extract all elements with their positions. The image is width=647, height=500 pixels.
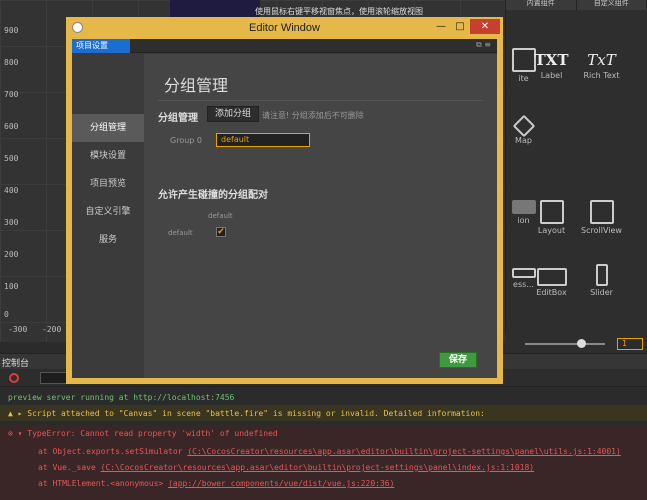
minimize-button[interactable]: — — [432, 21, 450, 32]
widget-label[interactable]: TXT Label — [524, 50, 579, 80]
console-log: preview server running at http://localho… — [0, 387, 647, 500]
group0-label: Group 0 — [170, 136, 202, 145]
group0-name-input[interactable]: default — [216, 133, 310, 147]
zoom-slider-handle[interactable] — [577, 339, 586, 348]
stack-trace-line: at Object.exports.setSimulator (C:\Cocos… — [38, 447, 621, 456]
tiledmap-icon — [512, 114, 535, 138]
stack-trace-line: at HTMLElement.<anonymous> (app://bower_… — [38, 479, 395, 488]
project-settings-panel: 分组管理 模块设置 项目预览 自定义引擎 服务 分组管理 分组管理 添加分组 请… — [72, 54, 497, 378]
y-axis-label: 500 — [4, 154, 19, 163]
log-line-warning[interactable]: ▲ ▸ Script attached to "Canvas" in scene… — [8, 409, 485, 418]
log-line-error[interactable]: ⊗ ▾ TypeError: Cannot read property 'wid… — [8, 429, 278, 438]
sidebar-item-groups[interactable]: 分组管理 — [72, 114, 144, 142]
zoom-value-field[interactable]: 1 — [617, 338, 643, 350]
tab-console[interactable]: 控制台 — [2, 356, 29, 369]
tab-builtin-widgets[interactable]: 内置组件 — [506, 0, 577, 10]
widget-scrollview[interactable]: ScrollView — [574, 200, 629, 235]
widget-slider[interactable]: Slider — [574, 264, 629, 297]
stack-trace-link[interactable]: (app://bower_components/vue/dist/vue.js:… — [168, 479, 394, 488]
divider — [158, 100, 483, 101]
label-icon: TXT — [534, 51, 569, 69]
x-axis-label: -300 — [8, 325, 28, 334]
panel-menu-icon[interactable]: ⧉ ≡ — [476, 40, 491, 50]
widget-editbox[interactable]: EditBox — [524, 268, 579, 297]
collision-checkbox[interactable]: ✔ — [216, 227, 226, 237]
stack-trace-link[interactable]: (C:\CocosCreator\resources\app.asar\edit… — [187, 447, 620, 456]
y-axis-label: 800 — [4, 58, 19, 67]
add-group-button[interactable]: 添加分组 — [207, 106, 259, 122]
page-title: 分组管理 — [164, 76, 229, 95]
y-axis-label: 900 — [4, 26, 19, 35]
y-axis-label: 600 — [4, 122, 19, 131]
sidebar-item-custom-engine[interactable]: 自定义引擎 — [72, 198, 144, 226]
y-axis-label: 700 — [4, 90, 19, 99]
zoom-slider-track[interactable] — [525, 343, 605, 345]
widget-tiledmap[interactable]: Map — [496, 114, 551, 145]
matrix-row-header: default — [168, 229, 193, 237]
settings-sidebar: 分组管理 模块设置 项目预览 自定义引擎 服务 — [72, 54, 144, 378]
panel-tabbar: 项目设置 ⧉ ≡ — [72, 39, 497, 53]
y-axis-label: 400 — [4, 186, 19, 195]
close-button[interactable]: ✕ — [470, 19, 500, 34]
group-section-label: 分组管理 — [158, 113, 198, 124]
y-axis-label: 100 — [4, 282, 19, 291]
warning-icon: ▲ ▸ — [8, 409, 28, 418]
x-axis-label: -200 — [42, 325, 62, 334]
sidebar-item-modules[interactable]: 模块设置 — [72, 142, 144, 170]
y-axis-label: 200 — [4, 250, 19, 259]
zoom-bar: 1 — [505, 333, 647, 353]
richtext-icon: TxT — [587, 51, 616, 69]
clear-console-icon[interactable] — [9, 373, 19, 383]
slider-icon — [595, 264, 608, 286]
stack-trace-link[interactable]: (C:\CocosCreator\resources\app.asar\edit… — [101, 463, 534, 472]
editor-content: 项目设置 ⧉ ≡ 分组管理 模块设置 项目预览 自定义引擎 服务 分组管理 分组… — [72, 39, 497, 378]
tab-project-settings[interactable]: 项目设置 — [72, 39, 130, 53]
scene-hint: 使用鼠标右键平移视窗焦点，使用滚轮缩放视图 — [255, 7, 423, 16]
scene-canvas-strip — [170, 0, 260, 18]
widget-layout[interactable]: Layout — [524, 200, 579, 235]
sidebar-item-services[interactable]: 服务 — [72, 226, 144, 254]
y-axis-label: 300 — [4, 218, 19, 227]
tab-custom-widgets[interactable]: 自定义组件 — [576, 0, 647, 10]
save-button[interactable]: 保存 — [439, 352, 477, 368]
widget-library: 内置组件 自定义组件 ite TXT Label TxT Rich Text M… — [505, 0, 647, 342]
settings-content: 分组管理 分组管理 添加分组 请注意! 分组添加后不可删除 Group 0 de… — [144, 54, 497, 378]
widget-richtext[interactable]: TxT Rich Text — [574, 50, 629, 80]
sidebar-item-preview[interactable]: 项目预览 — [72, 170, 144, 198]
maximize-button[interactable]: □ — [451, 21, 469, 32]
error-icon: ⊗ ▾ — [8, 429, 28, 438]
scrollview-icon — [589, 200, 614, 224]
log-line-server: preview server running at http://localho… — [8, 393, 235, 402]
editor-window: Editor Window — □ ✕ 项目设置 ⧉ ≡ 分组管理 模块设置 项… — [66, 17, 503, 384]
window-titlebar[interactable]: Editor Window — □ ✕ — [66, 17, 503, 39]
layout-icon — [539, 200, 564, 224]
group-hint-text: 请注意! 分组添加后不可删除 — [262, 111, 364, 120]
stack-trace-line: at Vue._save (C:\CocosCreator\resources\… — [38, 463, 535, 472]
matrix-column-header: default — [208, 212, 233, 220]
y-axis-label: 0 — [4, 310, 9, 319]
editbox-icon — [536, 268, 567, 286]
collision-matrix-label: 允许产生碰撞的分组配对 — [158, 190, 268, 201]
